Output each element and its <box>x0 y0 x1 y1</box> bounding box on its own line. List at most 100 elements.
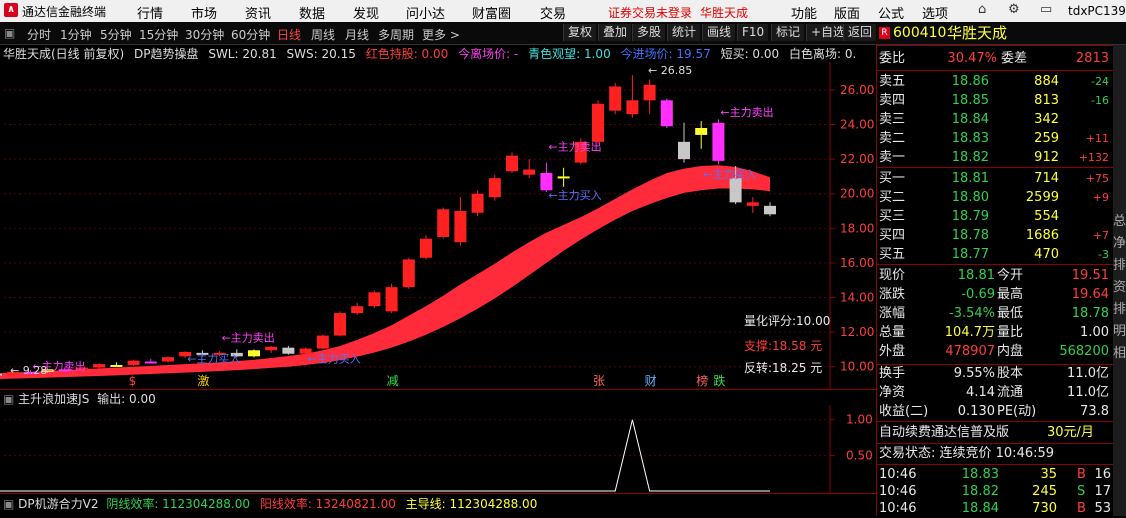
yin-efficiency: 阴线效率: 112304288.00 <box>106 497 250 511</box>
side-tab-label[interactable]: 明 <box>1113 320 1126 339</box>
ask-change: +132 <box>1078 151 1109 164</box>
ask-row[interactable]: 卖四 18.85 813 -16 <box>877 91 1113 110</box>
tick-row[interactable]: 10:46 18.84 730 B 53 <box>877 499 1113 518</box>
ask-price: 18.83 <box>951 131 989 146</box>
panel-icon[interactable]: ▣ <box>3 392 14 406</box>
diejia-button[interactable]: 叠加 <box>598 24 632 41</box>
menu-xuanxiang[interactable]: 选项 <box>922 3 948 22</box>
ask-volume: 884 <box>1034 74 1059 89</box>
bid-row[interactable]: 买三 18.79 554 <box>877 207 1113 226</box>
menu-shichang[interactable]: 市场 <box>191 3 217 22</box>
formula-name[interactable]: DP趋势操盘 <box>134 47 198 61</box>
period-more[interactable]: 更多 > <box>422 26 460 43</box>
stock-name: 华胜天成 <box>947 24 1008 42</box>
ask-row[interactable]: 卖三 18.84 342 <box>877 110 1113 129</box>
menu-shuju[interactable]: 数据 <box>299 3 325 22</box>
candle <box>420 238 432 258</box>
ask-volume: 259 <box>1034 131 1059 146</box>
candle <box>351 306 364 314</box>
stat-value: 18.78 <box>1071 306 1109 321</box>
menu-wenxiaoda[interactable]: 问小达 <box>406 3 445 22</box>
side-tab-label[interactable]: 总 <box>1113 210 1126 229</box>
period-1min[interactable]: 1分钟 <box>60 26 92 43</box>
duogu-button[interactable]: 多股 <box>632 24 666 41</box>
back-button[interactable]: 返回 <box>843 24 877 41</box>
period-15min[interactable]: 15分钟 <box>139 26 178 43</box>
event-badge: 财 <box>645 374 657 388</box>
fuquan-button[interactable]: 复权 <box>563 24 597 41</box>
menu-zixun[interactable]: 资讯 <box>245 3 271 22</box>
bottom-indicator-title[interactable]: DP机游合力V2 <box>18 497 98 511</box>
menu-hangqing[interactable]: 行情 <box>137 3 163 22</box>
y-tick-label: 20.00 <box>840 187 874 201</box>
minimize-icon[interactable]: ▭ <box>1040 2 1052 17</box>
side-tab-label[interactable]: 排 <box>1113 298 1126 317</box>
sws-value: SWS: 20.15 <box>286 47 356 61</box>
fund-value: 9.55% <box>953 366 995 381</box>
stat-row[interactable]: 现价 18.81 今开 19.51 <box>877 266 1113 285</box>
login-notice-link[interactable]: 证券交易未登录 <box>608 4 692 21</box>
fundamental-row[interactable]: 收益(二) 0.130 PE(动) 73.8 <box>877 402 1113 421</box>
menu-banmian[interactable]: 版面 <box>834 3 860 22</box>
bid-row[interactable]: 买四 18.78 1686 +7 <box>877 226 1113 245</box>
fundamental-row[interactable]: 净资 4.14 流通 11.0亿 <box>877 383 1113 402</box>
sub-indicator-chart[interactable]: 0.50 1.00 <box>0 405 876 493</box>
side-tab-label[interactable]: 相 <box>1113 342 1126 361</box>
candle <box>162 357 174 362</box>
ask-change: -16 <box>1091 94 1109 107</box>
period-monthly[interactable]: 月线 <box>345 26 369 43</box>
settings-icon[interactable]: ⚙ <box>1008 2 1020 17</box>
home-icon[interactable]: ⌂ <box>978 2 986 17</box>
period-30min[interactable]: 30分钟 <box>185 26 224 43</box>
stat-row[interactable]: 涨跌 -0.69 最高 19.64 <box>877 285 1113 304</box>
stat-label: 最高 <box>997 287 1024 302</box>
f10-button[interactable]: F10 <box>737 24 769 41</box>
period-60min[interactable]: 60分钟 <box>231 26 270 43</box>
promo-price[interactable]: 30元/月 <box>1047 423 1094 442</box>
candle <box>368 292 381 307</box>
ask-row[interactable]: 卖五 18.86 884 -24 <box>877 72 1113 91</box>
side-tab-strip[interactable]: 总净排资排明相 <box>1113 45 1126 516</box>
tongji-button[interactable]: 统计 <box>667 24 701 41</box>
menu-caifuquan[interactable]: 财富圈 <box>472 3 511 22</box>
ask-row[interactable]: 卖一 18.82 912 +132 <box>877 148 1113 167</box>
bid-change: +9 <box>1092 191 1109 204</box>
stock-name-link[interactable]: 华胜天成 <box>700 4 748 21</box>
ask-row[interactable]: 卖二 18.83 259 +11 <box>877 129 1113 148</box>
stat-label: 涨幅 <box>879 306 906 321</box>
period-5min[interactable]: 5分钟 <box>100 26 132 43</box>
candle <box>127 360 140 365</box>
side-tab-label[interactable]: 净 <box>1113 232 1126 251</box>
candlestick-chart[interactable]: ←主力卖出←主力卖出←主力买入←主力卖出←主力买入←主力卖出←主力买入←主力卖出… <box>0 62 876 390</box>
promo-text[interactable]: 自动续费通达信普及版 <box>879 423 1009 442</box>
bid-row[interactable]: 买二 18.80 2599 +9 <box>877 188 1113 207</box>
period-weekly[interactable]: 周线 <box>311 26 335 43</box>
fundamental-row[interactable]: 换手 9.55% 股本 11.0亿 <box>877 364 1113 383</box>
period-fenshi[interactable]: 分时 <box>27 26 51 43</box>
bid-row[interactable]: 买一 18.81 714 +75 <box>877 169 1113 188</box>
fund-label: 换手 <box>879 366 906 381</box>
menu-faxian[interactable]: 发现 <box>353 3 379 22</box>
stat-row[interactable]: 涨幅 -3.54% 最低 18.78 <box>877 304 1113 323</box>
menu-jiaoyi[interactable]: 交易 <box>540 3 566 22</box>
sub-indicator-title[interactable]: 主升浪加速JS <box>18 392 89 406</box>
layout-icon[interactable]: ▣ <box>4 26 15 40</box>
bid-row[interactable]: 买五 18.77 470 -3 <box>877 245 1113 264</box>
side-tab-label[interactable]: 资 <box>1113 276 1126 295</box>
candle <box>523 169 536 175</box>
biaoji-button[interactable]: 标记 <box>771 24 805 41</box>
bid-price: 18.77 <box>951 247 989 262</box>
period-multi[interactable]: 多周期 <box>378 26 414 43</box>
side-tab-label[interactable]: 排 <box>1113 254 1126 273</box>
bid-volume: 2599 <box>1025 190 1059 205</box>
stat-row[interactable]: 外盘 478907 内盘 568200 <box>877 342 1113 361</box>
stat-value: 1.00 <box>1080 325 1109 340</box>
menu-gongshi[interactable]: 公式 <box>878 3 904 22</box>
menu-gongneng[interactable]: 功能 <box>791 3 817 22</box>
period-daily[interactable]: 日线 <box>277 26 301 43</box>
stat-row[interactable]: 总量 104.7万 量比 1.00 <box>877 323 1113 342</box>
yang-efficiency: 阳线效率: 13240821.00 <box>259 497 396 511</box>
bid-price: 18.80 <box>951 190 989 205</box>
panel-icon[interactable]: ▣ <box>3 497 14 511</box>
huaxian-button[interactable]: 画线 <box>702 24 736 41</box>
